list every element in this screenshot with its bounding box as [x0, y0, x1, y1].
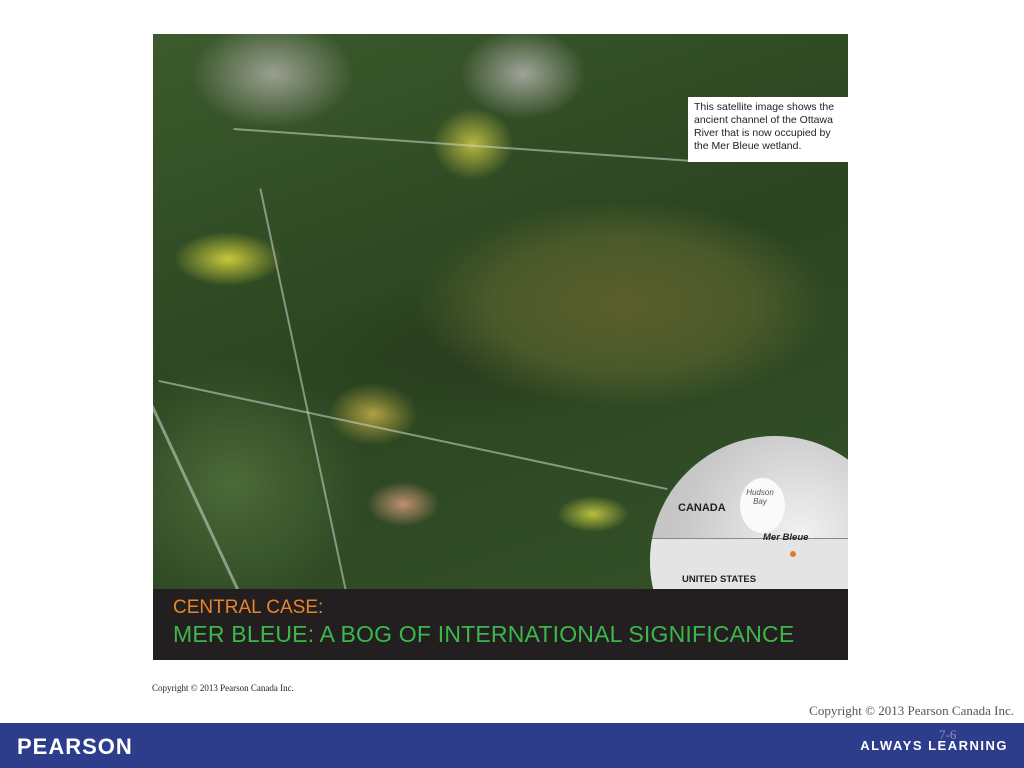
image-caption: This satellite image shows the ancient c… [688, 97, 848, 162]
road [158, 379, 668, 491]
banner-title: MER BLEUE: A BOG OF INTERNATIONAL SIGNIF… [173, 621, 795, 647]
road [233, 127, 693, 163]
slogan: ALWAYS LEARNING [860, 738, 1008, 753]
figure-copyright: Copyright © 2013 Pearson Canada Inc. [152, 683, 294, 693]
map-label-hudson-bay: Hudson Bay [746, 488, 774, 506]
map-label-united-states: UNITED STATES [682, 574, 757, 585]
mer-bleue-marker [790, 551, 796, 557]
map-label-mer-bleue: Mer Bleue [763, 532, 809, 543]
pearson-logo: PEARSON [17, 734, 133, 759]
highway [153, 308, 244, 600]
map-label-canada: CANADA [678, 502, 726, 514]
banner-subtitle: CENTRAL CASE: [173, 597, 324, 618]
case-banner: CENTRAL CASE: MER BLEUE: A BOG OF INTERN… [153, 589, 848, 660]
slide-copyright: Copyright © 2013 Pearson Canada Inc. [809, 703, 1014, 718]
road [259, 188, 349, 600]
satellite-figure: This satellite image shows the ancient c… [153, 34, 848, 660]
footer-bar: PEARSON 7-6 ALWAYS LEARNING [0, 723, 1024, 768]
